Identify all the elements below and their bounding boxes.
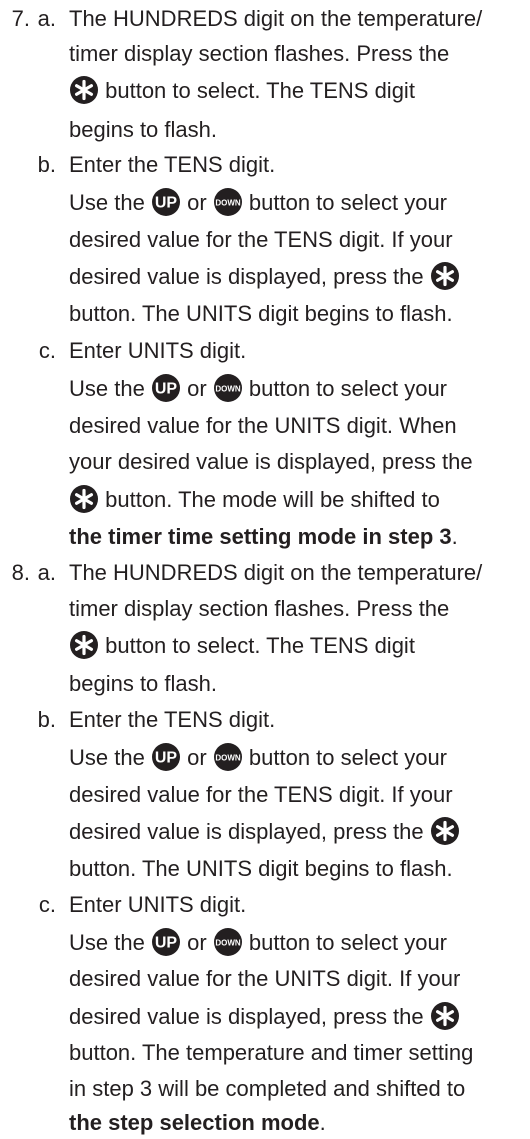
- up-button-icon: UP: [151, 742, 181, 772]
- instruction-line: Use the UP or DOWN button to select your: [69, 188, 447, 219]
- instruction-line: button to select. The TENS digit: [69, 631, 415, 662]
- instruction-line: Enter UNITS digit.: [69, 892, 247, 917]
- instruction-line: The HUNDREDS digit on the temperature/: [69, 6, 483, 31]
- substep-letter: c.: [38, 892, 56, 917]
- enter-star-button-icon: [430, 261, 460, 291]
- step-number: 8.: [11, 560, 30, 585]
- substep-letter: a.: [37, 6, 56, 31]
- up-button-icon: UP: [151, 927, 181, 957]
- instruction-line: timer display section flashes. Press the: [69, 596, 450, 621]
- instruction-line: desired value for the UNITS digit. When: [69, 413, 457, 438]
- instruction-line: button. The temperature and timer settin…: [69, 1040, 474, 1065]
- instruction-line: button. The UNITS digit begins to flash.: [69, 856, 453, 881]
- svg-text:UP: UP: [155, 750, 178, 767]
- instruction-line: Use the UP or DOWN button to select your: [69, 374, 447, 405]
- instruction-line: button. The mode will be shifted to: [69, 485, 440, 516]
- up-button-icon: UP: [151, 373, 181, 403]
- instruction-line: begins to flash.: [69, 671, 217, 696]
- instruction-line: desired value for the TENS digit. If you…: [69, 782, 453, 807]
- instruction-line: Use the UP or DOWN button to select your: [69, 743, 447, 774]
- bold-emphasis: the timer time setting mode in step 3: [69, 524, 452, 549]
- instruction-line: desired value for the UNITS digit. If yo…: [69, 966, 461, 991]
- svg-text:UP: UP: [155, 195, 178, 212]
- down-button-icon: DOWN: [213, 187, 243, 217]
- enter-star-button-icon: [69, 484, 99, 514]
- enter-star-button-icon: [430, 816, 460, 846]
- instruction-line: button to select. The TENS digit: [69, 76, 415, 107]
- instruction-line: Use the UP or DOWN button to select your: [69, 928, 447, 959]
- substep-letter: a.: [37, 560, 56, 585]
- instruction-line: desired value is displayed, press the: [69, 817, 460, 848]
- instruction-line: your desired value is displayed, press t…: [69, 449, 473, 474]
- enter-star-button-icon: [69, 630, 99, 660]
- instruction-line: Enter UNITS digit.: [69, 338, 247, 363]
- instruction-line: button. The UNITS digit begins to flash.: [69, 301, 453, 326]
- svg-text:DOWN: DOWN: [215, 939, 241, 948]
- step-number: 7.: [11, 6, 30, 31]
- substep-letter: c.: [38, 338, 56, 363]
- enter-star-button-icon: [430, 1001, 460, 1031]
- instruction-line: Enter the TENS digit.: [69, 707, 276, 732]
- instruction-line: desired value for the TENS digit. If you…: [69, 227, 453, 252]
- down-button-icon: DOWN: [213, 927, 243, 957]
- up-button-icon: UP: [151, 187, 181, 217]
- down-button-icon: DOWN: [213, 742, 243, 772]
- substep-letter: b.: [37, 152, 56, 177]
- instruction-line: The HUNDREDS digit on the temperature/: [69, 560, 483, 585]
- instruction-line: the timer time setting mode in step 3.: [69, 524, 458, 549]
- instruction-line: the step selection mode.: [69, 1110, 326, 1135]
- bold-emphasis: the step selection mode: [69, 1110, 320, 1135]
- instruction-line: desired value is displayed, press the: [69, 262, 460, 293]
- instruction-line: begins to flash.: [69, 117, 217, 142]
- instruction-line: in step 3 will be completed and shifted …: [69, 1076, 466, 1101]
- substep-letter: b.: [37, 707, 56, 732]
- enter-star-button-icon: [69, 75, 99, 105]
- svg-text:UP: UP: [155, 381, 178, 398]
- svg-text:DOWN: DOWN: [215, 754, 241, 763]
- svg-text:DOWN: DOWN: [215, 199, 241, 208]
- svg-text:DOWN: DOWN: [215, 385, 241, 394]
- svg-text:UP: UP: [155, 935, 178, 952]
- instruction-line: desired value is displayed, press the: [69, 1002, 460, 1033]
- instruction-line: Enter the TENS digit.: [69, 152, 276, 177]
- down-button-icon: DOWN: [213, 373, 243, 403]
- instruction-line: timer display section flashes. Press the: [69, 41, 450, 66]
